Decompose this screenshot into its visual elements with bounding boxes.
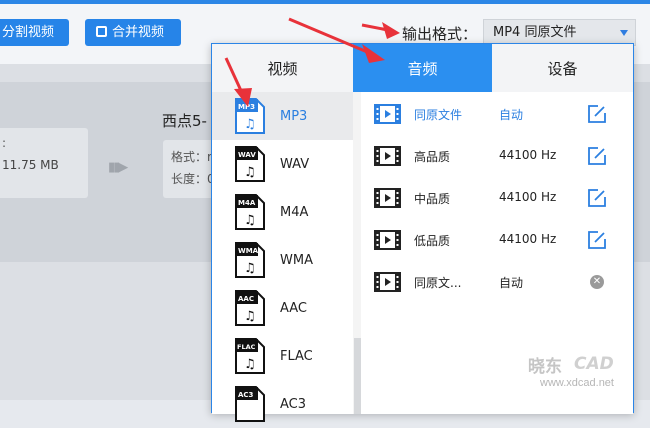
format-name-m4a: M4A [280,205,309,220]
merge-icon [96,26,107,37]
preset-name: 低品质 [414,234,451,248]
wav-file-icon: WAV ♫ [235,146,265,182]
format-item-wma[interactable]: WMA ♫ WMA [212,236,353,284]
music-note-icon: ♫ [244,309,256,324]
preset-row[interactable]: 高品质 44100 Hz [361,135,633,177]
output-format-value: MP4 同原文件 [493,25,577,40]
source-meta-box: : 11.75 MB [0,128,88,198]
file-name: 西点5- [162,112,207,130]
format-item-flac[interactable]: FLAC ♫ FLAC [212,332,353,380]
edit-icon[interactable] [587,230,607,250]
format-item-ac3[interactable]: AC3 AC3 [212,380,353,428]
watermark-cad: CAD [574,354,614,374]
m4a-badge: M4A [238,199,256,207]
watermark-url: www.xdcad.net [540,377,614,389]
aac-badge: AAC [238,295,254,303]
format-list-scroll-thumb[interactable] [354,338,361,414]
format-name-wav: WAV [280,157,310,172]
convert-arrow-icon: ▮▮▶ [108,160,128,175]
source-meta-colon: : [2,136,7,150]
edit-icon[interactable] [587,104,607,124]
preset-row[interactable]: 低品质 44100 Hz [361,219,633,261]
format-item-wav[interactable]: WAV ♫ WAV [212,140,353,188]
edit-icon[interactable] [587,188,607,208]
format-name-wma: WMA [280,253,313,268]
music-note-icon: ♫ [244,261,256,276]
mp3-badge: MP3 [238,103,255,111]
remove-icon[interactable]: ✕ [590,275,604,289]
music-note-icon: ♫ [244,165,256,180]
preset-sample-rate: 44100 Hz [499,148,557,162]
split-video-label: 分割视频 [2,25,55,40]
preset-sample-rate: 自动 [499,276,524,290]
output-format-select[interactable]: MP4 同原文件 [483,19,636,46]
output-format-label: 输出格式： [402,25,478,43]
wma-badge: WMA [238,247,259,255]
format-item-m4a[interactable]: M4A ♫ M4A [212,188,353,236]
aac-file-icon: AAC ♫ [235,290,265,326]
preset-sample-rate: 自动 [499,108,524,122]
preset-sample-rate: 44100 Hz [499,232,557,246]
film-icon [374,104,401,124]
preset-row[interactable]: 中品质 44100 Hz [361,177,633,219]
split-video-button[interactable]: 分割视频 [0,19,69,46]
preset-name: 同原文... [414,276,462,290]
film-icon [374,146,401,166]
format-name-mp3: MP3 [280,109,308,124]
preset-name: 中品质 [414,192,451,206]
flac-badge: FLAC [237,343,256,351]
toolbar-accent-strip [0,0,650,4]
film-icon [374,188,401,208]
merge-video-button[interactable]: 合并视频 [85,19,181,46]
format-name-aac: AAC [280,301,307,316]
preset-name: 高品质 [414,150,451,164]
format-name-flac: FLAC [280,349,313,364]
tab-audio[interactable]: 音频 [353,44,492,92]
wav-badge: WAV [238,151,256,159]
format-item-aac[interactable]: AAC ♫ AAC [212,284,353,332]
watermark-cn: 晓东 [528,357,562,377]
source-file-size: 11.75 MB [2,158,59,172]
music-note-icon: ♫ [244,357,256,372]
output-format-meta: 格式：r [171,150,212,164]
preset-name: 同原文件 [414,108,463,122]
music-note-icon: ♫ [244,213,256,228]
audio-format-list: MP3 ♫ MP3 WAV ♫ WAV M4A ♫ M4A WMA ♫ WMA … [212,92,353,422]
music-note-icon: ♫ [244,117,256,132]
preset-sample-rate: 44100 Hz [499,190,557,204]
output-length-meta: 长度：0 [171,172,215,186]
film-icon [374,230,401,250]
watermark: 晓东 CAD www.xdcad.net [528,352,648,398]
ac3-file-icon: AC3 [235,386,265,422]
edit-icon[interactable] [587,146,607,166]
preset-row[interactable]: 同原文件 自动 [361,93,633,135]
flac-file-icon: FLAC ♫ [235,338,265,374]
format-name-ac3: AC3 [280,397,307,412]
format-item-mp3[interactable]: MP3 ♫ MP3 [212,92,353,140]
chevron-down-icon [620,30,628,36]
tab-device[interactable]: 设备 [492,44,633,92]
wma-file-icon: WMA ♫ [235,242,265,278]
preset-row[interactable]: 同原文... 自动 ✕ [361,261,633,303]
tab-video[interactable]: 视频 [212,44,353,92]
popup-tabs: 视频 音频 设备 [212,44,633,92]
m4a-file-icon: M4A ♫ [235,194,265,230]
mp3-file-icon: MP3 ♫ [235,98,265,134]
film-icon [374,272,401,292]
ac3-badge: AC3 [238,391,254,399]
merge-video-label: 合并视频 [112,25,165,40]
